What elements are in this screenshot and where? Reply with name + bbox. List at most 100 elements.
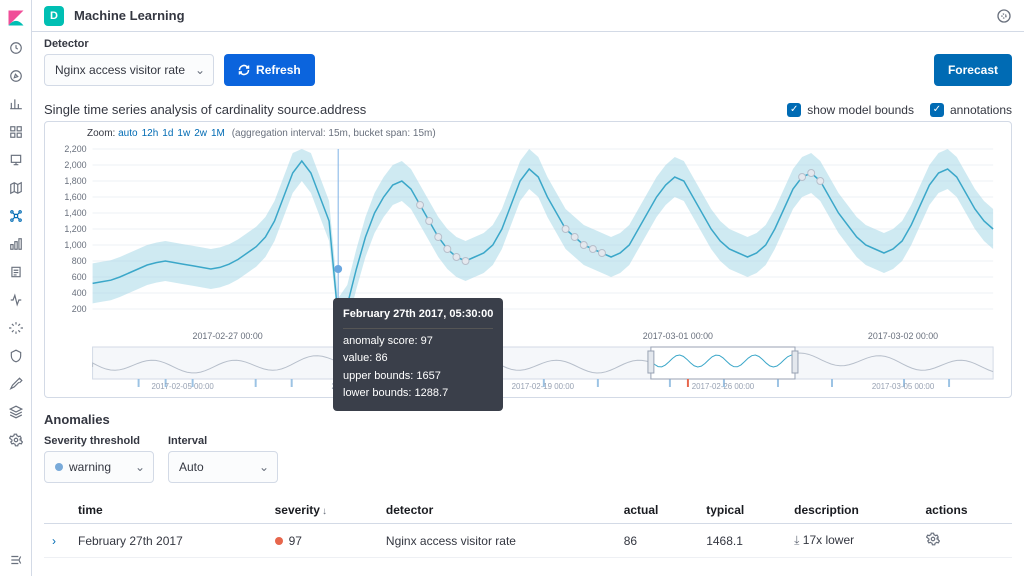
zoom-option[interactable]: 1d — [162, 128, 173, 139]
detector-select[interactable]: Nginx access visitor rate ⌄ — [44, 54, 214, 86]
nav-canvas-icon[interactable] — [8, 152, 24, 168]
annotations-checkbox[interactable]: ✓annotations — [930, 103, 1012, 117]
svg-text:600: 600 — [72, 272, 87, 282]
cell-actual: 86 — [616, 524, 699, 558]
tooltip-anomaly-score: anomaly score: 97 — [343, 333, 493, 351]
show-model-bounds-checkbox[interactable]: ✓show model bounds — [787, 103, 914, 117]
nav-uptime-icon[interactable] — [8, 320, 24, 336]
nav-rail — [0, 0, 32, 576]
nav-ml-icon[interactable] — [8, 208, 24, 224]
expand-row-icon[interactable]: › — [52, 534, 62, 548]
svg-text:1,600: 1,600 — [64, 192, 86, 202]
context-chart[interactable]: 2017-02-05 00:002017-02-12 00:002017-02-… — [53, 345, 1003, 391]
refresh-button[interactable]: Refresh — [224, 54, 315, 86]
interval-select[interactable]: Auto ⌄ — [168, 451, 278, 483]
main-chart[interactable]: 200 400 600 800 1,000 1,200 1,400 1,600 1,800 2,0… — [53, 143, 1003, 343]
col-time[interactable]: time — [70, 497, 267, 524]
anomalies-heading: Anomalies — [44, 412, 1012, 427]
svg-text:2,200: 2,200 — [64, 144, 86, 154]
nav-logs-icon[interactable] — [8, 264, 24, 280]
severity-select[interactable]: warning ⌄ — [44, 451, 154, 483]
detector-label: Detector — [44, 38, 214, 50]
nav-dashboard-icon[interactable] — [8, 124, 24, 140]
svg-text:800: 800 — [72, 256, 87, 266]
refresh-label: Refresh — [256, 63, 301, 77]
cell-detector: Nginx access visitor rate — [378, 524, 616, 558]
svg-text:1,800: 1,800 — [64, 176, 86, 186]
zoom-option[interactable]: 2w — [194, 128, 207, 139]
kibana-logo-icon[interactable] — [6, 8, 26, 28]
svg-text:2,000: 2,000 — [64, 160, 86, 170]
chevron-down-icon: ⌄ — [259, 460, 269, 474]
chart-title: Single time series analysis of cardinali… — [44, 102, 366, 117]
detector-select-value: Nginx access visitor rate — [55, 63, 185, 77]
table-header-row: time severity↓ detector actual typical d… — [44, 497, 1012, 524]
nav-metrics-icon[interactable] — [8, 236, 24, 252]
col-description[interactable]: description — [786, 497, 917, 524]
chart-panel: Zoom: auto 12h1d 1w 2w 1M (aggregation inter… — [44, 121, 1012, 398]
aggregation-note: (aggregation interval: 15m, bucket span:… — [232, 128, 436, 139]
nav-discover-icon[interactable] — [8, 68, 24, 84]
cell-actions — [918, 524, 1013, 558]
col-severity[interactable]: severity↓ — [267, 497, 378, 524]
severity-value: warning — [69, 460, 111, 474]
app-badge: D — [44, 6, 64, 26]
cell-typical: 1468.1 — [698, 524, 786, 558]
forecast-label: Forecast — [948, 63, 998, 77]
zoom-label: Zoom: — [87, 128, 115, 139]
chart-tooltip: February 27th 2017, 05:30:00 anomaly sco… — [333, 298, 503, 411]
legend-annotations-label: annotations — [950, 103, 1012, 117]
help-icon[interactable] — [996, 8, 1012, 24]
svg-text:1,000: 1,000 — [64, 240, 86, 250]
severity-critical-icon — [275, 537, 283, 545]
col-actions: actions — [918, 497, 1013, 524]
svg-text:1,400: 1,400 — [64, 208, 86, 218]
nav-expand-icon[interactable] — [8, 552, 24, 568]
table-row: › February 27th 2017 97 Nginx access vis… — [44, 524, 1012, 558]
zoom-option[interactable]: 12h — [142, 128, 159, 139]
tooltip-title: February 27th 2017, 05:30:00 — [343, 306, 493, 329]
svg-text:2017-02-05 00:00: 2017-02-05 00:00 — [151, 382, 214, 391]
forecast-button[interactable]: Forecast — [934, 54, 1012, 86]
nav-recent-icon[interactable] — [8, 40, 24, 56]
nav-management-icon[interactable] — [8, 432, 24, 448]
severity-dot-icon — [55, 463, 63, 471]
svg-text:2017-02-26 00:00: 2017-02-26 00:00 — [692, 382, 755, 391]
svg-text:200: 200 — [72, 304, 87, 314]
col-detector[interactable]: detector — [378, 497, 616, 524]
interval-value: Auto — [179, 460, 204, 474]
interval-label: Interval — [168, 435, 278, 447]
col-typical[interactable]: typical — [698, 497, 786, 524]
svg-text:2017-02-27 00:00: 2017-02-27 00:00 — [193, 331, 263, 341]
zoom-option[interactable]: 1M — [211, 128, 225, 139]
tooltip-lower: lower bounds: 1288.7 — [343, 385, 493, 403]
nav-visualize-icon[interactable] — [8, 96, 24, 112]
svg-text:2017-02-19 00:00: 2017-02-19 00:00 — [512, 382, 575, 391]
cell-time: February 27th 2017 — [70, 524, 267, 558]
svg-text:2017-03-01 00:00: 2017-03-01 00:00 — [643, 331, 713, 341]
chevron-down-icon: ⌄ — [135, 460, 145, 474]
svg-text:2017-03-02 00:00: 2017-03-02 00:00 — [868, 331, 938, 341]
zoom-controls: Zoom: auto 12h1d 1w 2w 1M (aggregation inter… — [53, 126, 1003, 143]
nav-maps-icon[interactable] — [8, 180, 24, 196]
nav-stack-icon[interactable] — [8, 404, 24, 420]
top-bar: D Machine Learning — [32, 0, 1024, 32]
tooltip-upper: upper bounds: 1657 — [343, 368, 493, 386]
svg-text:400: 400 — [72, 288, 87, 298]
zoom-option[interactable]: auto — [118, 128, 137, 139]
cell-description: ⤓ 17x lower — [786, 524, 917, 558]
svg-text:2017-03-05 00:00: 2017-03-05 00:00 — [872, 382, 935, 391]
nav-apm-icon[interactable] — [8, 292, 24, 308]
page-title: Machine Learning — [74, 8, 185, 23]
col-actual[interactable]: actual — [616, 497, 699, 524]
nav-devtools-icon[interactable] — [8, 376, 24, 392]
gear-icon[interactable] — [926, 535, 940, 549]
sort-desc-icon: ↓ — [322, 506, 327, 517]
chevron-down-icon: ⌄ — [195, 63, 205, 77]
svg-text:1,200: 1,200 — [64, 224, 86, 234]
zoom-option[interactable]: 1w — [177, 128, 190, 139]
severity-threshold-label: Severity threshold — [44, 435, 154, 447]
nav-siem-icon[interactable] — [8, 348, 24, 364]
cell-severity: 97 — [267, 524, 378, 558]
anomalies-table: time severity↓ detector actual typical d… — [44, 497, 1012, 558]
